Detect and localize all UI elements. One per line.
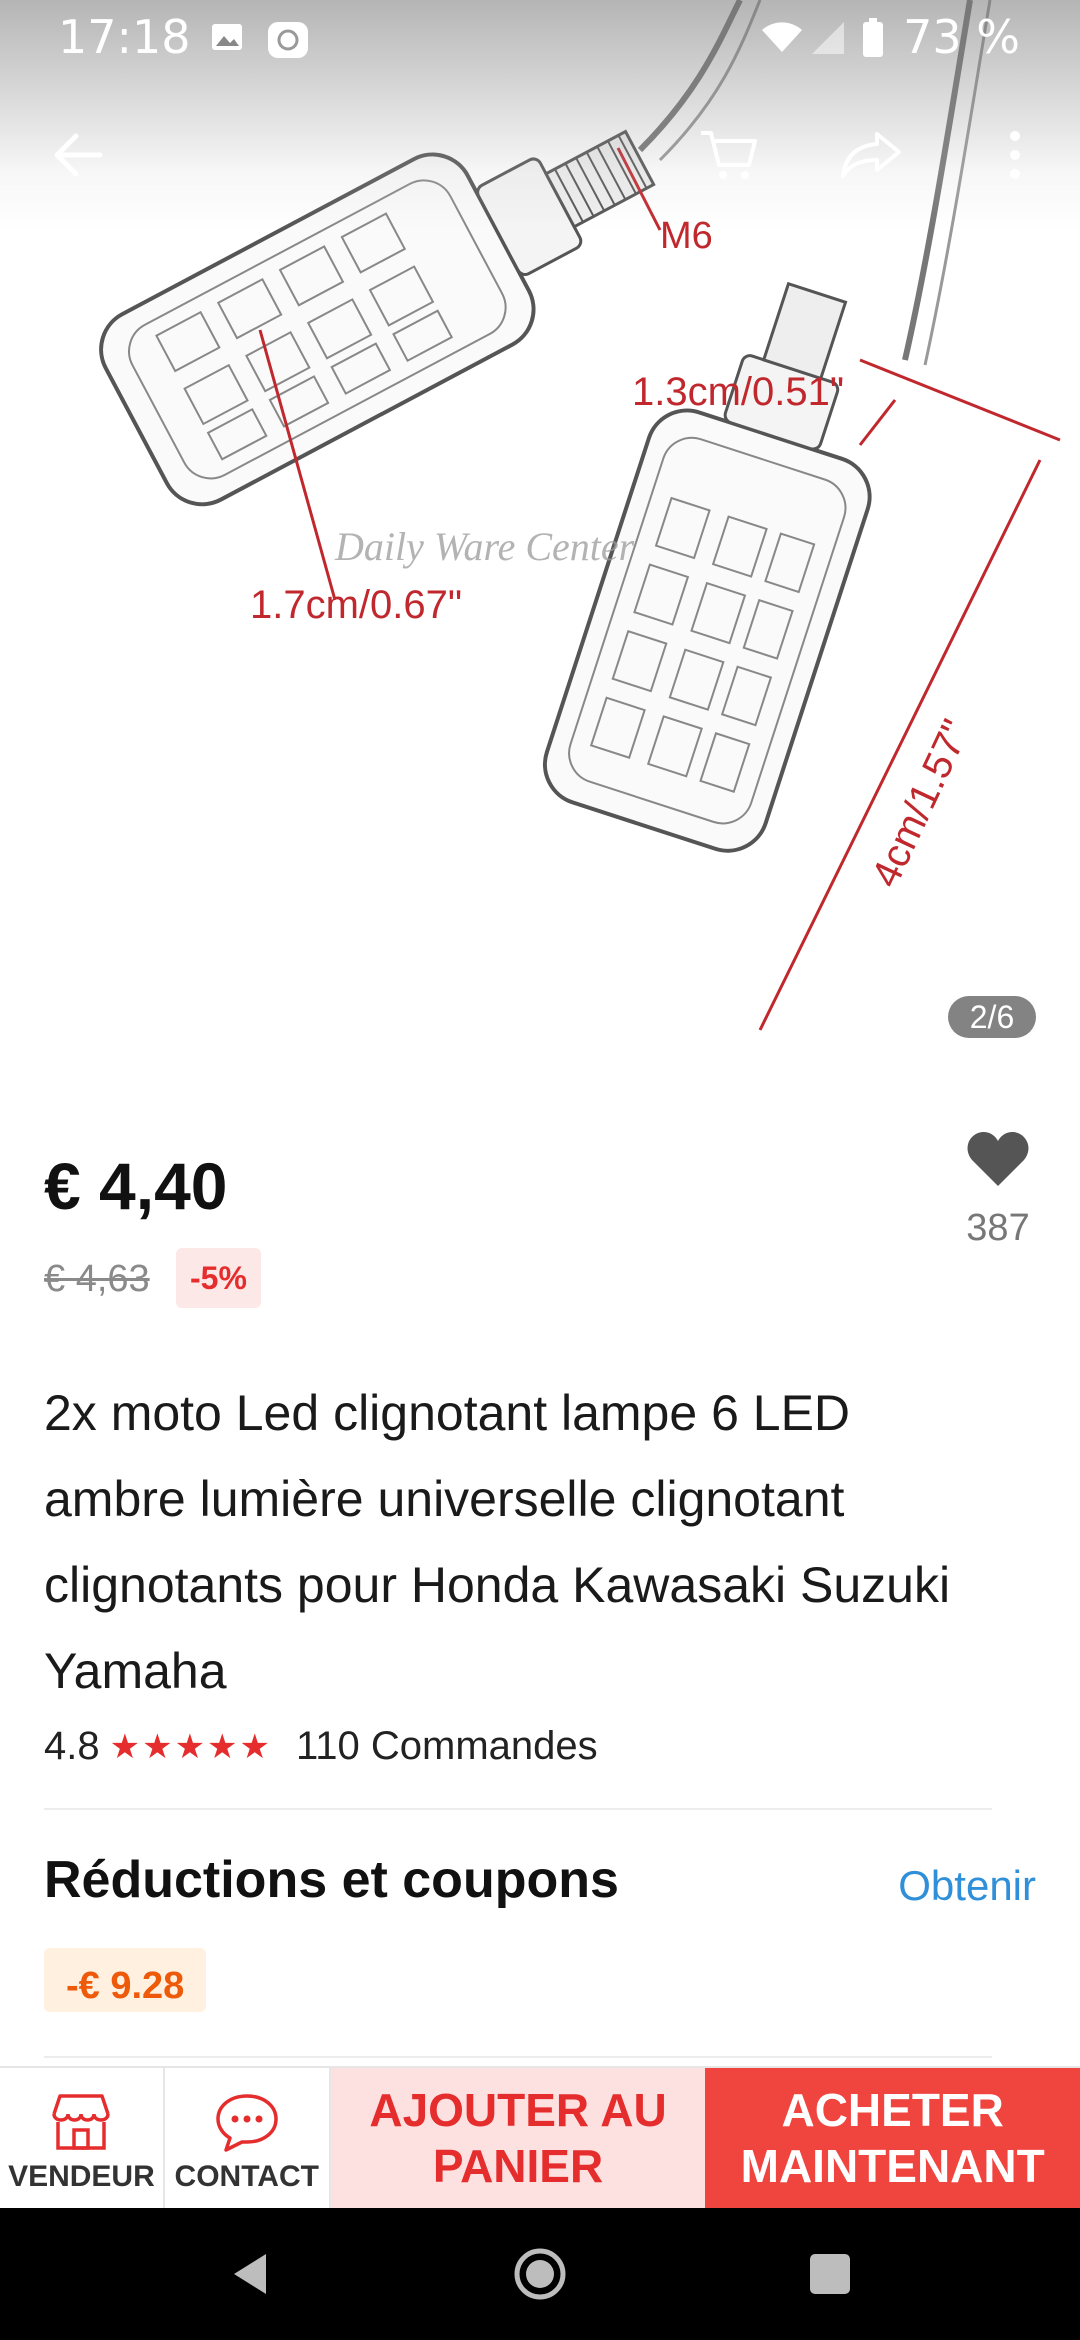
product-image-gallery[interactable]: M6 1.3cm/0.51" 1.7cm/0.67" 4cm/1.57" Dai…	[0, 0, 1080, 1080]
system-navigation-bar	[0, 2208, 1080, 2340]
image-counter: 2/6	[948, 996, 1036, 1038]
image-icon	[210, 20, 244, 59]
orders-count: 110 Commandes	[296, 1724, 598, 1768]
share-icon	[841, 132, 901, 178]
contact-button[interactable]: CONTACT	[165, 2068, 331, 2208]
original-price: € 4,63	[44, 1258, 150, 1300]
nav-home-button[interactable]	[510, 2244, 570, 2304]
back-arrow-icon	[54, 133, 103, 177]
nav-recents-button[interactable]	[800, 2244, 860, 2304]
nav-back-button[interactable]	[220, 2244, 280, 2304]
heart-icon	[967, 1132, 1029, 1186]
watermark-text: Daily Ware Center	[334, 524, 635, 569]
add-to-cart-button[interactable]: AJOUTER AU PANIER	[330, 2068, 706, 2208]
wifi-icon	[760, 20, 804, 61]
mi-icon	[266, 20, 310, 65]
signal-icon	[810, 20, 846, 61]
cart-icon	[701, 131, 757, 179]
status-bar: 17:18 73 %	[0, 0, 1080, 76]
buy-now-button[interactable]: ACHETER MAINTENANT	[705, 2068, 1080, 2208]
contact-label: CONTACT	[174, 2160, 319, 2193]
chat-icon	[216, 2094, 278, 2152]
product-detail-page: M6 1.3cm/0.51" 1.7cm/0.67" 4cm/1.57" Dai…	[0, 0, 1080, 2340]
get-coupons-link[interactable]: Obtenir	[898, 1862, 1036, 1910]
dimension-label-thread-length: 1.3cm/0.51"	[632, 370, 844, 414]
nav-back-icon	[234, 2254, 266, 2294]
coupon-tag[interactable]: -€ 9.28	[44, 1948, 207, 2012]
more-button[interactable]	[980, 120, 1050, 190]
coupons-section-title: Réductions et coupons	[44, 1851, 619, 1909]
discount-badge: -5%	[176, 1248, 261, 1308]
bottom-action-bar: VENDEUR CONTACT AJOUTER AU PANIER ACHETER…	[0, 2066, 1080, 2208]
rating-stars: ★★★★★	[109, 1727, 273, 1766]
store-icon	[52, 2094, 111, 2150]
seller-button[interactable]: VENDEUR	[0, 2068, 165, 2208]
wishlist-count: 387	[966, 1207, 1030, 1249]
rating-value: 4.8	[44, 1724, 100, 1768]
dimension-label-width: 1.7cm/0.67"	[250, 583, 462, 627]
share-button[interactable]	[836, 120, 906, 190]
status-time: 17:18	[58, 10, 191, 64]
divider	[44, 2056, 992, 2058]
battery-icon	[862, 18, 884, 63]
current-price: € 4,40	[44, 1149, 228, 1223]
wishlist-button[interactable]: 387	[952, 1130, 1044, 1250]
nav-home-icon	[514, 2248, 566, 2300]
rating-row[interactable]: 4.8 ★★★★★ 110 Commandes	[44, 1724, 598, 1769]
battery-percent: 73 %	[903, 10, 1020, 64]
divider	[44, 1808, 992, 1810]
seller-label: VENDEUR	[8, 2160, 155, 2193]
dimension-label-length: 4cm/1.57"	[863, 713, 978, 894]
cart-button[interactable]	[694, 120, 764, 190]
product-title: 2x moto Led clignotant lampe 6 LED ambre…	[44, 1385, 951, 1699]
more-vertical-icon	[1010, 131, 1020, 179]
back-button[interactable]	[42, 120, 112, 190]
nav-recents-icon	[810, 2254, 850, 2294]
